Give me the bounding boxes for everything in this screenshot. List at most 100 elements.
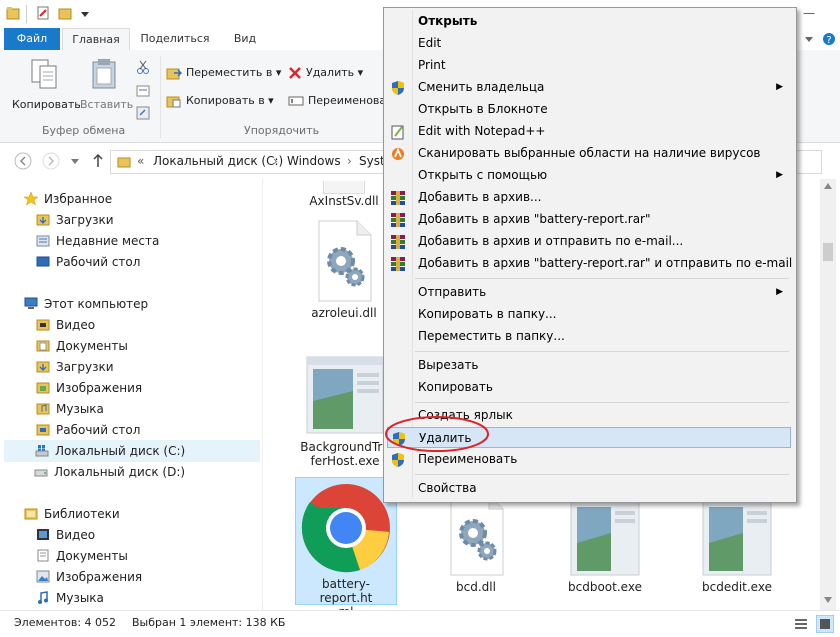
- menu-label: Добавить в архив...: [418, 190, 542, 204]
- chevron-down-icon[interactable]: [80, 10, 90, 18]
- file-name: battery-report.ht: [319, 577, 373, 605]
- menu-label: Добавить в архив "battery-report.rar": [418, 212, 651, 226]
- menu-label: Открыть в Блокноте: [418, 102, 548, 116]
- details-view-icon[interactable]: [794, 617, 808, 631]
- back-icon[interactable]: [14, 152, 32, 170]
- menu-item-copy-to-folder[interactable]: Копировать в папку...: [387, 304, 791, 325]
- help-icon[interactable]: ?: [822, 32, 836, 46]
- menu-label: Edit with Notepad++: [418, 124, 546, 138]
- rename-icon: [288, 96, 304, 106]
- chevron-down-icon[interactable]: [804, 34, 814, 44]
- breadcrumb-drive-c[interactable]: Локальный диск (C:): [153, 154, 283, 168]
- rename-ribbon-button[interactable]: Переименовать: [288, 92, 399, 110]
- tab-share[interactable]: Поделиться: [134, 28, 216, 50]
- folder-icon[interactable]: [6, 6, 20, 20]
- selection-info: Выбран 1 элемент: 138 КБ: [132, 616, 286, 629]
- folder-icon: [117, 157, 131, 168]
- paste-shortcut-icon[interactable]: [136, 106, 150, 120]
- file-item[interactable]: bcdboot.exe: [555, 493, 655, 594]
- menu-item-copy[interactable]: Копировать: [387, 377, 791, 398]
- menu-separator: [415, 351, 789, 352]
- uac-shield-icon: [392, 453, 404, 467]
- copy-label: Копировать: [12, 98, 81, 111]
- menu-item-print[interactable]: Print: [387, 55, 791, 76]
- paste-button[interactable]: Вставить: [80, 56, 134, 116]
- menu-item-move-to-folder[interactable]: Переместить в папку...: [387, 326, 791, 347]
- scroll-down-icon[interactable]: [824, 597, 832, 603]
- nav-label: Недавние места: [56, 234, 160, 248]
- recent-locations-icon[interactable]: [70, 157, 80, 165]
- menu-item-send-to[interactable]: Отправить ▶: [387, 282, 791, 303]
- file-item-selected[interactable]: battery-report.ht ml: [295, 477, 397, 619]
- nav-item-drive-c[interactable]: Локальный диск (C:): [4, 440, 260, 462]
- menu-label: Свойства: [418, 481, 477, 495]
- tab-home[interactable]: Главная: [62, 28, 130, 52]
- computer-icon: [24, 297, 38, 309]
- menu-label: Вырезать: [418, 358, 479, 372]
- move-to-button[interactable]: Переместить в ▾: [166, 64, 281, 82]
- winrar-icon: [391, 235, 405, 249]
- menu-item-add-rar-email[interactable]: Добавить в архив "battery-report.rar" и …: [387, 253, 792, 274]
- nav-label: Музыка: [56, 591, 104, 605]
- menu-item-add-rar[interactable]: Добавить в архив "battery-report.rar": [387, 209, 791, 230]
- nav-label: Документы: [56, 339, 128, 353]
- clipboard-group-label: Буфер обмена: [42, 124, 126, 137]
- breadcrumb-windows[interactable]: Windows: [287, 154, 341, 168]
- menu-label: Копировать: [418, 380, 493, 394]
- menu-item-edit[interactable]: Edit: [387, 33, 791, 54]
- nav-label: Музыка: [56, 402, 104, 416]
- svg-text:?: ?: [826, 35, 831, 46]
- paste-label: Вставить: [80, 98, 134, 111]
- nav-label: Локальный диск (C:): [55, 444, 186, 458]
- uac-shield-icon: [392, 81, 404, 95]
- menu-label: Print: [418, 58, 446, 72]
- tab-file[interactable]: Файл: [4, 28, 60, 50]
- menu-item-scan-virus[interactable]: Сканировать выбранные области на наличие…: [387, 143, 791, 164]
- menu-item-take-ownership[interactable]: Сменить владельца ▶: [387, 77, 791, 98]
- winrar-icon: [391, 213, 405, 227]
- organize-group-label: Упорядочить: [244, 124, 320, 137]
- file-item[interactable]: AxInstSv.dll: [299, 181, 389, 208]
- exe-window-icon: [570, 496, 640, 576]
- menu-item-open-with[interactable]: Открыть с помощью ▶: [387, 165, 791, 186]
- breadcrumb-overflow[interactable]: «: [137, 154, 144, 168]
- file-item[interactable]: azroleui.dll: [299, 219, 389, 320]
- pictures-folder-icon: [36, 382, 50, 394]
- tab-view[interactable]: Вид: [222, 28, 268, 50]
- music-folder-icon: [36, 403, 50, 415]
- file-item[interactable]: bcd.dll: [431, 493, 521, 594]
- menu-item-add-archive[interactable]: Добавить в архив...: [387, 187, 791, 208]
- menu-item-properties[interactable]: Свойства: [387, 478, 791, 499]
- copy-path-icon[interactable]: [136, 84, 150, 98]
- forward-icon[interactable]: [42, 152, 60, 170]
- new-folder-icon[interactable]: [58, 6, 72, 20]
- scroll-up-icon[interactable]: [824, 183, 832, 189]
- dll-gear-icon: [450, 494, 504, 576]
- copy-to-button[interactable]: Копировать в ▾: [166, 92, 280, 110]
- menu-item-notepad-plus[interactable]: Edit with Notepad++: [387, 121, 791, 142]
- nav-label: Документы: [56, 549, 128, 563]
- large-icons-view-icon[interactable]: [816, 615, 834, 633]
- delete-ribbon-button[interactable]: Удалить ▾: [288, 64, 378, 82]
- file-item[interactable]: BackgroundTra ferHost.exe: [295, 351, 395, 468]
- content-scrollbar[interactable]: [820, 179, 836, 610]
- menu-item-cut[interactable]: Вырезать: [387, 355, 791, 376]
- menu-item-add-email[interactable]: Добавить в архив и отправить по e-mail..…: [387, 231, 791, 252]
- video-folder-icon: [36, 319, 50, 331]
- properties-icon[interactable]: [36, 6, 50, 20]
- pictures-library-icon: [36, 570, 50, 583]
- divider: [160, 56, 161, 138]
- copy-button[interactable]: Копировать: [10, 56, 81, 116]
- nav-label: Изображения: [56, 381, 143, 395]
- up-arrow-icon[interactable]: [92, 154, 104, 168]
- desktop-folder-icon: [36, 424, 50, 436]
- cut-icon[interactable]: [136, 60, 150, 74]
- highlight-annotation: [385, 416, 489, 452]
- minimize-icon[interactable]: —: [803, 6, 815, 20]
- file-name: azroleui.dll: [311, 306, 377, 320]
- menu-label: Edit: [418, 36, 442, 50]
- file-item[interactable]: bcdedit.exe: [687, 493, 787, 594]
- content-scrollbar-thumb[interactable]: [823, 243, 833, 261]
- menu-item-open[interactable]: Открыть: [387, 11, 791, 32]
- menu-item-open-notepad[interactable]: Открыть в Блокноте: [387, 99, 791, 120]
